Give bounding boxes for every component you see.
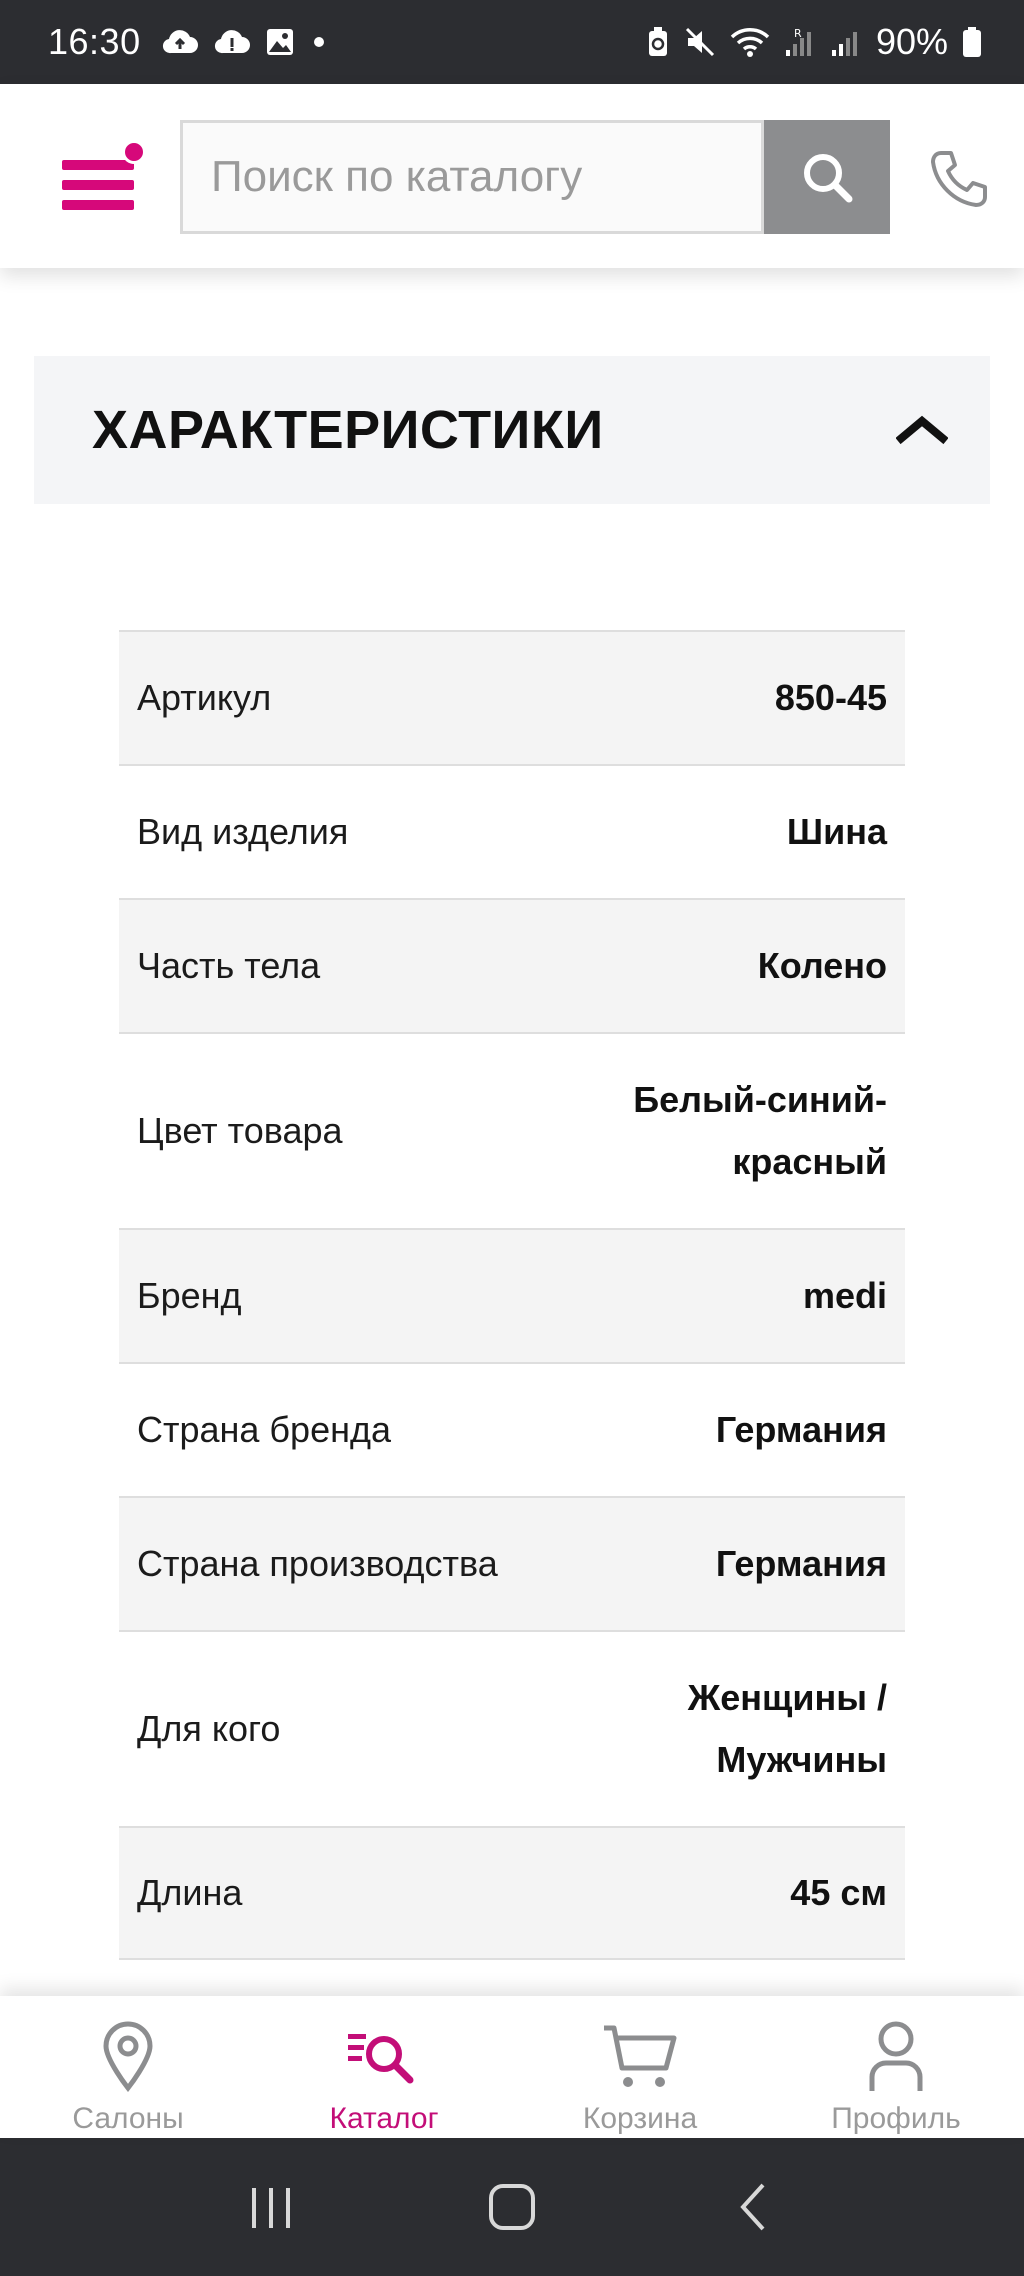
back-button[interactable]: [713, 2167, 793, 2247]
image-icon: [265, 27, 295, 57]
spec-row: Артикул 850-45: [119, 630, 905, 764]
spec-value: Германия: [715, 1409, 887, 1450]
spec-label: Бренд: [137, 1275, 242, 1316]
notification-dot-icon: [122, 140, 146, 164]
spec-value: medi: [802, 1275, 887, 1316]
wifi-icon: [730, 26, 770, 58]
spec-row: Часть тела Колено: [119, 898, 905, 1032]
menu-bar-middle: [62, 180, 134, 190]
home-button[interactable]: [472, 2167, 552, 2247]
cart-icon: [600, 2016, 680, 2096]
nav-label: Профиль: [831, 2102, 961, 2135]
spec-value: Колено: [757, 945, 887, 986]
spec-row: Страна производства Германия: [119, 1496, 905, 1630]
system-nav: [0, 2138, 1024, 2276]
search-box: [180, 120, 764, 234]
spec-value: 850-45: [774, 677, 887, 718]
spec-label: Артикул: [137, 677, 272, 718]
home-icon: [488, 2184, 535, 2230]
dot-icon: [309, 32, 329, 52]
signal-icon: [830, 26, 862, 58]
search-icon: [804, 154, 853, 203]
search-button[interactable]: [764, 120, 890, 234]
battery-icon: [962, 26, 982, 58]
spec-label: Для кого: [137, 1708, 281, 1749]
section-title: ХАРАКТЕРИСТИКИ: [92, 400, 604, 460]
spec-row: Бренд medi: [119, 1228, 905, 1362]
menu-bar-bottom: [62, 200, 134, 210]
spec-row: Цвет товара Белый-синий-красный: [119, 1032, 905, 1228]
recents-icon: [251, 2188, 290, 2228]
chevron-up-icon: [894, 410, 950, 450]
spec-row: Вид изделия Шина: [119, 764, 905, 898]
back-icon: [740, 2183, 765, 2231]
nav-item-profile[interactable]: Профиль: [768, 1996, 1024, 2138]
catalog-search-icon: [346, 2016, 422, 2096]
phone-icon: [931, 151, 987, 207]
menu-bar-top: [62, 160, 134, 170]
phone-button[interactable]: [924, 144, 994, 214]
spec-label: Цвет товара: [137, 1110, 343, 1151]
spec-value: Белый-синий-красный: [633, 1079, 887, 1182]
nav-label: Корзина: [582, 2102, 698, 2135]
nav-label: Салоны: [72, 2102, 184, 2135]
nav-item-salons[interactable]: Салоны: [0, 1996, 256, 2138]
spec-value: Германия: [715, 1543, 887, 1584]
spec-label: Часть тела: [137, 945, 321, 986]
spec-row: Страна бренда Германия: [119, 1362, 905, 1496]
status-time: 16:30: [48, 21, 141, 62]
specs-table: Артикул 850-45 Вид изделия Шина Часть те…: [119, 630, 905, 1960]
nav-label: Каталог: [329, 2102, 439, 2135]
app-screen: 16:30 R 90% Поиск по каталогу ХАРАКТЕРИС…: [0, 0, 1024, 2276]
spec-row: Длина 45 см: [119, 1826, 905, 1960]
spec-label: Страна производства: [137, 1543, 498, 1584]
map-pin-icon: [100, 2016, 156, 2096]
recents-button[interactable]: [231, 2167, 311, 2247]
svg-text:R: R: [794, 27, 802, 40]
bottom-nav: Салоны Каталог Корзина Профиль: [0, 1996, 1024, 2138]
characteristics-accordion-header[interactable]: ХАРАКТЕРИСТИКИ: [34, 356, 990, 504]
cloud-alert-icon: [213, 27, 251, 57]
battery-saver-icon: [646, 26, 670, 58]
spec-value: 45 см: [790, 1872, 887, 1913]
status-right: R 90%: [646, 21, 982, 63]
cloud-upload-icon: [161, 27, 199, 57]
spec-value: Женщины / Мужчины: [687, 1677, 887, 1780]
signal-r-icon: R: [784, 26, 816, 58]
status-left: 16:30: [48, 21, 329, 63]
menu-button[interactable]: [58, 136, 148, 216]
battery-percent: 90%: [875, 21, 948, 62]
spec-row: Для кого Женщины / Мужчины: [119, 1630, 905, 1826]
spec-value: Шина: [786, 811, 887, 852]
spec-label: Вид изделия: [137, 811, 349, 852]
search-input[interactable]: [211, 152, 761, 202]
mute-icon: [684, 26, 716, 58]
status-bar: 16:30 R 90%: [0, 0, 1024, 84]
nav-item-cart[interactable]: Корзина: [512, 1996, 768, 2138]
app-header: [0, 84, 1024, 268]
spec-label: Длина: [137, 1872, 243, 1913]
nav-item-catalog[interactable]: Каталог: [256, 1996, 512, 2138]
spec-label: Страна бренда: [137, 1409, 392, 1450]
user-icon: [866, 2016, 926, 2096]
